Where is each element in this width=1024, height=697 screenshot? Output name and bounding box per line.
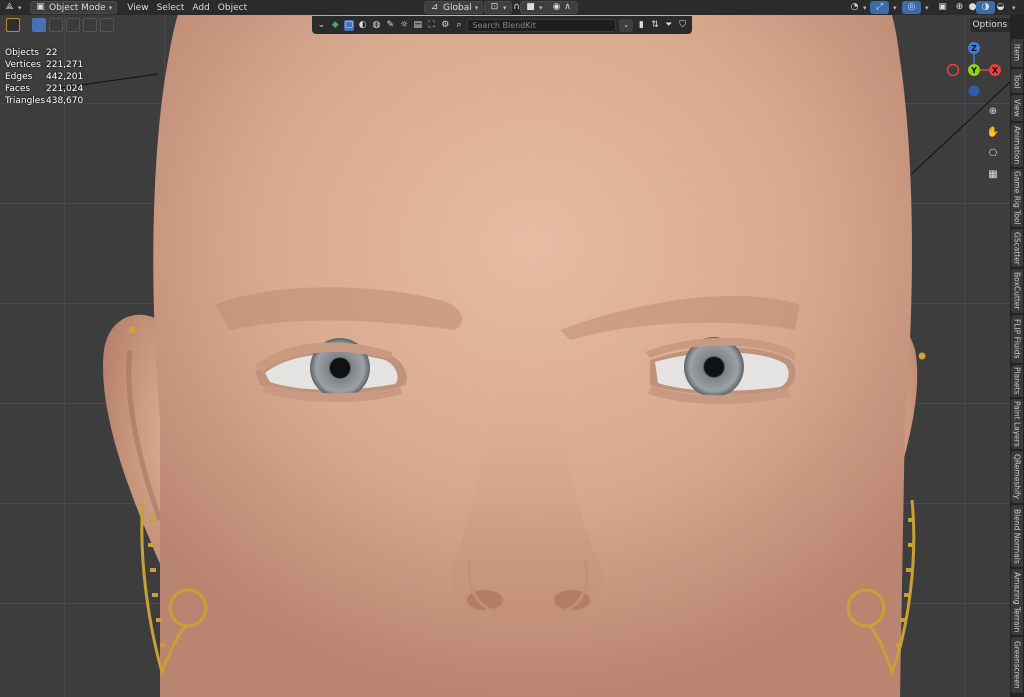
svg-text:Y: Y [970, 66, 977, 75]
addons-icon[interactable]: ⚙ [440, 20, 451, 31]
tab-view[interactable]: View [1011, 95, 1023, 121]
ear-stud-left [128, 326, 136, 334]
xray-icon: ▣ [938, 2, 947, 12]
stat-faces: Faces 221,024 [5, 84, 84, 94]
select-extend-button[interactable] [49, 18, 63, 32]
worlds-icon[interactable]: ◍ [371, 20, 382, 31]
3d-viewport[interactable]: Objects 22 Vertices 221,271 Edges 442,201 F… [0, 0, 1010, 697]
search-icon: ⌕ [456, 19, 462, 30]
transform-orientation-dropdown[interactable]: ⊿ Global ▾ [424, 1, 484, 14]
menu-view[interactable]: View [123, 1, 152, 14]
blenderkit-search-input[interactable]: Search BlendKit [467, 18, 617, 32]
brushes-icon[interactable]: ✎ [385, 20, 396, 31]
ortho-grid-icon[interactable]: ▦ [984, 165, 1002, 183]
right-eye [645, 337, 796, 405]
chevron-down-icon[interactable]: ⌄ [316, 20, 327, 31]
tab-gscatter[interactable]: GScatter [1011, 229, 1023, 267]
gizmo-neg-x [946, 63, 960, 77]
svg-text:X: X [992, 66, 999, 75]
tab-amazing-terrain[interactable]: Amazing Terrain [1011, 569, 1023, 635]
menu-add[interactable]: Add [188, 1, 213, 14]
eye-icon: ◔ [850, 2, 859, 12]
select-tool-button[interactable] [6, 18, 20, 32]
falloff-icon: ∧ [564, 2, 571, 12]
bookmark-icon[interactable]: ▮ [636, 20, 647, 31]
pan-hand-icon[interactable]: ✋ [984, 123, 1002, 141]
tab-animation[interactable]: Animation [1011, 123, 1023, 167]
nodegroups-icon[interactable]: ⛶ [426, 20, 437, 31]
viewport-header: ⟁ ▾ ▣ Object Mode ▾ View Select Add Object … [0, 0, 1024, 15]
select-intersect-button[interactable] [100, 18, 114, 32]
hdr-icon[interactable]: ☼ [399, 20, 410, 31]
options-dropdown[interactable]: Options▼ [970, 18, 1010, 32]
overlays-icon: ◎ [907, 2, 916, 12]
tab-flip-fluids[interactable]: FLIP Fluids [1011, 315, 1023, 363]
cube-icon: ▣ [36, 2, 45, 12]
menu-object[interactable]: Object [214, 1, 251, 14]
pivot-icon: ⊡ [490, 2, 499, 12]
blenderkit-logo-icon[interactable]: ◆ [330, 20, 341, 31]
svg-text:Z: Z [971, 44, 977, 53]
navigation-gizmo[interactable]: X Z Y [944, 40, 1004, 100]
zoom-icon[interactable]: ⊕ [984, 102, 1002, 120]
scenes-icon[interactable]: ▤ [412, 20, 423, 31]
mode-dropdown[interactable]: ▣ Object Mode ▾ [30, 1, 118, 14]
models-icon[interactable]: ▢ [343, 19, 355, 31]
axes-icon: ⟁ [5, 2, 14, 12]
orientation-icon: ⊿ [430, 2, 439, 12]
ear-stud-right [918, 352, 926, 360]
search-options-button[interactable]: ⌄ [619, 18, 633, 32]
proportional-icon: ◉ [552, 2, 561, 12]
filter-icon[interactable]: ⏷ [664, 20, 675, 31]
editor-type-button[interactable]: ⟁ ▾ [0, 1, 26, 14]
statistics-overlay: Objects 22 Vertices 221,271 Edges 442,201 F… [5, 47, 83, 107]
snap-target-dropdown[interactable]: ■ ▾ [520, 1, 548, 14]
gizmo-dropdown[interactable]: ▾ [886, 1, 901, 14]
menu-select[interactable]: Select [153, 1, 189, 14]
proportional-edit-toggle[interactable]: ◉ ∧ [546, 1, 578, 14]
head-model-render[interactable] [0, 0, 1010, 697]
selection-mode-group [6, 18, 114, 32]
stat-edges: Edges 442,201 [5, 72, 84, 82]
tab-item[interactable]: Item [1011, 39, 1023, 67]
tab-boxcutter[interactable]: BoxCutter [1011, 269, 1023, 313]
shield-icon[interactable]: ⛉ [677, 20, 688, 31]
gizmo-icon: ⤢ [875, 2, 884, 12]
camera-view-icon[interactable]: ⎔ [984, 144, 1002, 162]
tab-tool[interactable]: Tool [1011, 69, 1023, 93]
square-icon: ■ [526, 2, 535, 12]
select-invert-button[interactable] [83, 18, 97, 32]
stat-vertices: Vertices 221,271 [5, 60, 84, 70]
tab-paint-layers[interactable]: Paint Layers [1011, 399, 1023, 449]
tab-qremeshify[interactable]: QRemeshify [1011, 451, 1023, 503]
visibility-dropdown[interactable]: ◔ ▾ [845, 1, 871, 14]
blenderkit-bar: ⌄ ◆ ▢ ◐ ◍ ✎ ☼ ▤ ⛶ ⚙ ⌕ Search BlendKit ⌄ … [312, 16, 692, 34]
select-new-button[interactable] [32, 18, 46, 32]
tab-blend-normals[interactable]: Blend Normals [1011, 505, 1023, 567]
stat-objects: Objects 22 [5, 48, 58, 58]
material-sphere-icon: ◑ [981, 2, 990, 12]
stat-triangles: Triangles 438,670 [5, 96, 84, 106]
tab-game-rig-tool[interactable]: Game Rig Tool [1011, 169, 1023, 227]
sidebar-tabs: Item Tool View Animation Game Rig Tool G… [1010, 15, 1024, 697]
tab-planets[interactable]: Planets [1011, 365, 1023, 397]
gizmo-neg-z [968, 85, 980, 97]
tab-greenscreen[interactable]: Greenscreen [1011, 637, 1023, 693]
materials-icon[interactable]: ◐ [357, 20, 368, 31]
overlays-dropdown[interactable]: ▾ [918, 1, 933, 14]
shading-dropdown[interactable]: ▾ [1005, 1, 1020, 14]
select-subtract-button[interactable] [66, 18, 80, 32]
sort-icon[interactable]: ⇅ [650, 20, 661, 31]
